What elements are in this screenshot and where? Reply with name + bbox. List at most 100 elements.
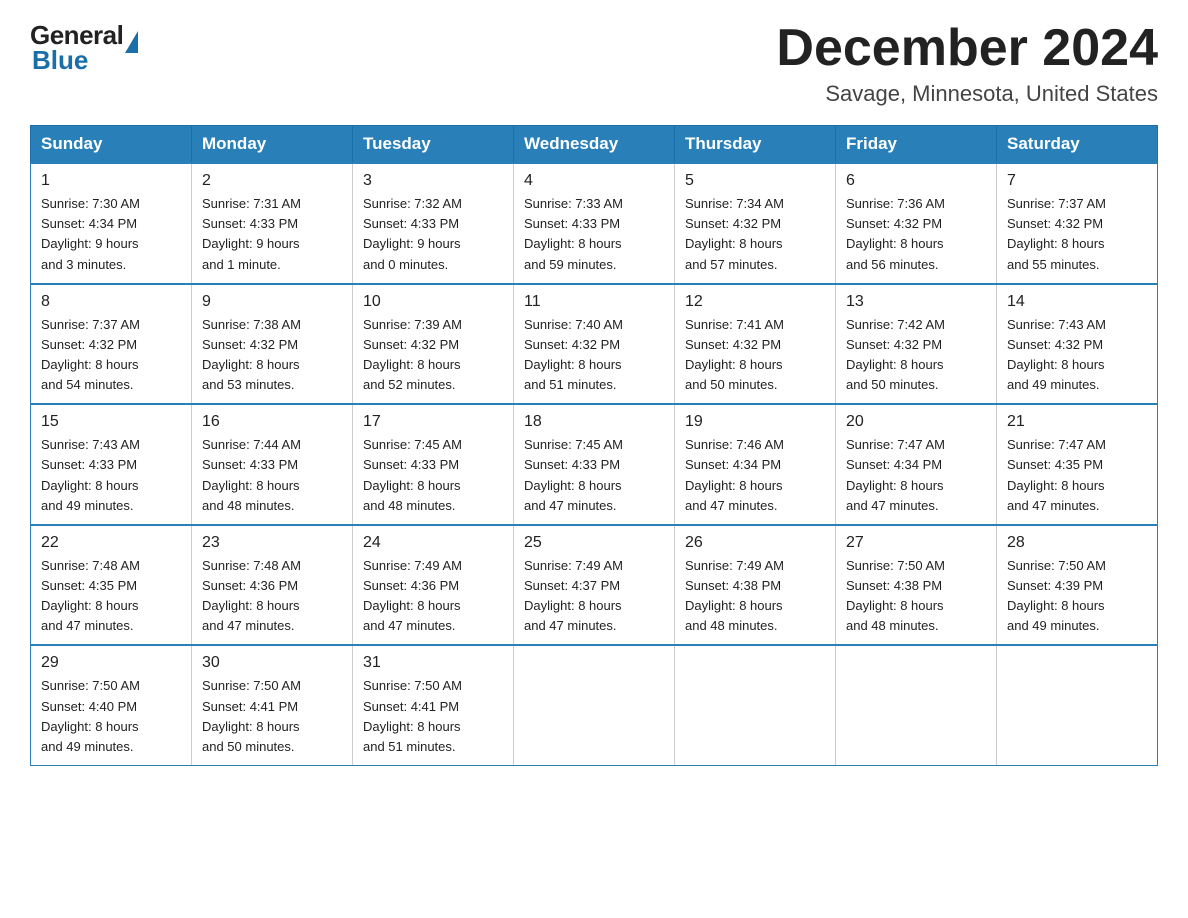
calendar-cell: 22 Sunrise: 7:48 AMSunset: 4:35 PMDaylig… (31, 525, 192, 646)
calendar-cell: 5 Sunrise: 7:34 AMSunset: 4:32 PMDayligh… (675, 163, 836, 284)
calendar-cell: 29 Sunrise: 7:50 AMSunset: 4:40 PMDaylig… (31, 645, 192, 765)
day-info: Sunrise: 7:49 AMSunset: 4:37 PMDaylight:… (524, 556, 664, 637)
day-info: Sunrise: 7:39 AMSunset: 4:32 PMDaylight:… (363, 315, 503, 396)
week-row-4: 22 Sunrise: 7:48 AMSunset: 4:35 PMDaylig… (31, 525, 1158, 646)
day-number: 23 (202, 534, 342, 552)
day-info: Sunrise: 7:43 AMSunset: 4:33 PMDaylight:… (41, 435, 181, 516)
calendar-cell: 11 Sunrise: 7:40 AMSunset: 4:32 PMDaylig… (514, 284, 675, 405)
week-row-3: 15 Sunrise: 7:43 AMSunset: 4:33 PMDaylig… (31, 404, 1158, 525)
calendar-cell: 1 Sunrise: 7:30 AMSunset: 4:34 PMDayligh… (31, 163, 192, 284)
day-number: 5 (685, 172, 825, 190)
header-saturday: Saturday (997, 126, 1158, 164)
logo-blue-text: Blue (32, 47, 88, 73)
day-number: 25 (524, 534, 664, 552)
day-number: 4 (524, 172, 664, 190)
calendar-cell: 27 Sunrise: 7:50 AMSunset: 4:38 PMDaylig… (836, 525, 997, 646)
calendar-cell (836, 645, 997, 765)
day-info: Sunrise: 7:31 AMSunset: 4:33 PMDaylight:… (202, 194, 342, 275)
day-number: 2 (202, 172, 342, 190)
day-number: 27 (846, 534, 986, 552)
day-number: 30 (202, 654, 342, 672)
day-info: Sunrise: 7:48 AMSunset: 4:36 PMDaylight:… (202, 556, 342, 637)
calendar-cell (514, 645, 675, 765)
calendar-cell: 25 Sunrise: 7:49 AMSunset: 4:37 PMDaylig… (514, 525, 675, 646)
day-info: Sunrise: 7:38 AMSunset: 4:32 PMDaylight:… (202, 315, 342, 396)
day-info: Sunrise: 7:47 AMSunset: 4:35 PMDaylight:… (1007, 435, 1147, 516)
day-number: 26 (685, 534, 825, 552)
day-number: 13 (846, 293, 986, 311)
calendar-table: SundayMondayTuesdayWednesdayThursdayFrid… (30, 125, 1158, 766)
week-row-1: 1 Sunrise: 7:30 AMSunset: 4:34 PMDayligh… (31, 163, 1158, 284)
day-number: 17 (363, 413, 503, 431)
calendar-cell: 7 Sunrise: 7:37 AMSunset: 4:32 PMDayligh… (997, 163, 1158, 284)
day-info: Sunrise: 7:30 AMSunset: 4:34 PMDaylight:… (41, 194, 181, 275)
calendar-cell: 4 Sunrise: 7:33 AMSunset: 4:33 PMDayligh… (514, 163, 675, 284)
day-number: 14 (1007, 293, 1147, 311)
calendar-cell: 26 Sunrise: 7:49 AMSunset: 4:38 PMDaylig… (675, 525, 836, 646)
calendar-cell: 28 Sunrise: 7:50 AMSunset: 4:39 PMDaylig… (997, 525, 1158, 646)
day-info: Sunrise: 7:50 AMSunset: 4:39 PMDaylight:… (1007, 556, 1147, 637)
day-info: Sunrise: 7:41 AMSunset: 4:32 PMDaylight:… (685, 315, 825, 396)
calendar-cell: 9 Sunrise: 7:38 AMSunset: 4:32 PMDayligh… (192, 284, 353, 405)
day-number: 12 (685, 293, 825, 311)
day-number: 22 (41, 534, 181, 552)
day-info: Sunrise: 7:43 AMSunset: 4:32 PMDaylight:… (1007, 315, 1147, 396)
page-header: General Blue December 2024 Savage, Minne… (30, 20, 1158, 107)
week-row-2: 8 Sunrise: 7:37 AMSunset: 4:32 PMDayligh… (31, 284, 1158, 405)
calendar-cell: 18 Sunrise: 7:45 AMSunset: 4:33 PMDaylig… (514, 404, 675, 525)
calendar-cell: 19 Sunrise: 7:46 AMSunset: 4:34 PMDaylig… (675, 404, 836, 525)
calendar-cell: 6 Sunrise: 7:36 AMSunset: 4:32 PMDayligh… (836, 163, 997, 284)
day-number: 8 (41, 293, 181, 311)
header-thursday: Thursday (675, 126, 836, 164)
day-number: 28 (1007, 534, 1147, 552)
header-wednesday: Wednesday (514, 126, 675, 164)
day-number: 19 (685, 413, 825, 431)
day-info: Sunrise: 7:46 AMSunset: 4:34 PMDaylight:… (685, 435, 825, 516)
day-info: Sunrise: 7:36 AMSunset: 4:32 PMDaylight:… (846, 194, 986, 275)
logo: General Blue (30, 20, 138, 73)
calendar-cell: 15 Sunrise: 7:43 AMSunset: 4:33 PMDaylig… (31, 404, 192, 525)
day-info: Sunrise: 7:50 AMSunset: 4:38 PMDaylight:… (846, 556, 986, 637)
day-number: 11 (524, 293, 664, 311)
day-number: 10 (363, 293, 503, 311)
day-info: Sunrise: 7:37 AMSunset: 4:32 PMDaylight:… (41, 315, 181, 396)
calendar-cell: 21 Sunrise: 7:47 AMSunset: 4:35 PMDaylig… (997, 404, 1158, 525)
day-number: 31 (363, 654, 503, 672)
day-number: 20 (846, 413, 986, 431)
title-block: December 2024 Savage, Minnesota, United … (776, 20, 1158, 107)
day-info: Sunrise: 7:50 AMSunset: 4:40 PMDaylight:… (41, 676, 181, 757)
day-info: Sunrise: 7:45 AMSunset: 4:33 PMDaylight:… (363, 435, 503, 516)
calendar-cell: 2 Sunrise: 7:31 AMSunset: 4:33 PMDayligh… (192, 163, 353, 284)
day-info: Sunrise: 7:37 AMSunset: 4:32 PMDaylight:… (1007, 194, 1147, 275)
day-info: Sunrise: 7:48 AMSunset: 4:35 PMDaylight:… (41, 556, 181, 637)
day-info: Sunrise: 7:47 AMSunset: 4:34 PMDaylight:… (846, 435, 986, 516)
calendar-cell: 20 Sunrise: 7:47 AMSunset: 4:34 PMDaylig… (836, 404, 997, 525)
calendar-cell: 8 Sunrise: 7:37 AMSunset: 4:32 PMDayligh… (31, 284, 192, 405)
day-number: 21 (1007, 413, 1147, 431)
calendar-cell: 13 Sunrise: 7:42 AMSunset: 4:32 PMDaylig… (836, 284, 997, 405)
day-info: Sunrise: 7:33 AMSunset: 4:33 PMDaylight:… (524, 194, 664, 275)
day-info: Sunrise: 7:42 AMSunset: 4:32 PMDaylight:… (846, 315, 986, 396)
day-number: 3 (363, 172, 503, 190)
header-monday: Monday (192, 126, 353, 164)
calendar-subtitle: Savage, Minnesota, United States (776, 81, 1158, 107)
calendar-cell: 31 Sunrise: 7:50 AMSunset: 4:41 PMDaylig… (353, 645, 514, 765)
day-number: 16 (202, 413, 342, 431)
day-number: 1 (41, 172, 181, 190)
day-number: 15 (41, 413, 181, 431)
calendar-cell: 12 Sunrise: 7:41 AMSunset: 4:32 PMDaylig… (675, 284, 836, 405)
logo-triangle-icon (125, 31, 138, 53)
day-number: 29 (41, 654, 181, 672)
day-number: 24 (363, 534, 503, 552)
day-info: Sunrise: 7:50 AMSunset: 4:41 PMDaylight:… (202, 676, 342, 757)
calendar-header-row: SundayMondayTuesdayWednesdayThursdayFrid… (31, 126, 1158, 164)
header-tuesday: Tuesday (353, 126, 514, 164)
day-info: Sunrise: 7:49 AMSunset: 4:38 PMDaylight:… (685, 556, 825, 637)
calendar-cell: 17 Sunrise: 7:45 AMSunset: 4:33 PMDaylig… (353, 404, 514, 525)
day-number: 7 (1007, 172, 1147, 190)
calendar-cell: 30 Sunrise: 7:50 AMSunset: 4:41 PMDaylig… (192, 645, 353, 765)
day-info: Sunrise: 7:45 AMSunset: 4:33 PMDaylight:… (524, 435, 664, 516)
day-number: 6 (846, 172, 986, 190)
header-sunday: Sunday (31, 126, 192, 164)
calendar-cell (675, 645, 836, 765)
